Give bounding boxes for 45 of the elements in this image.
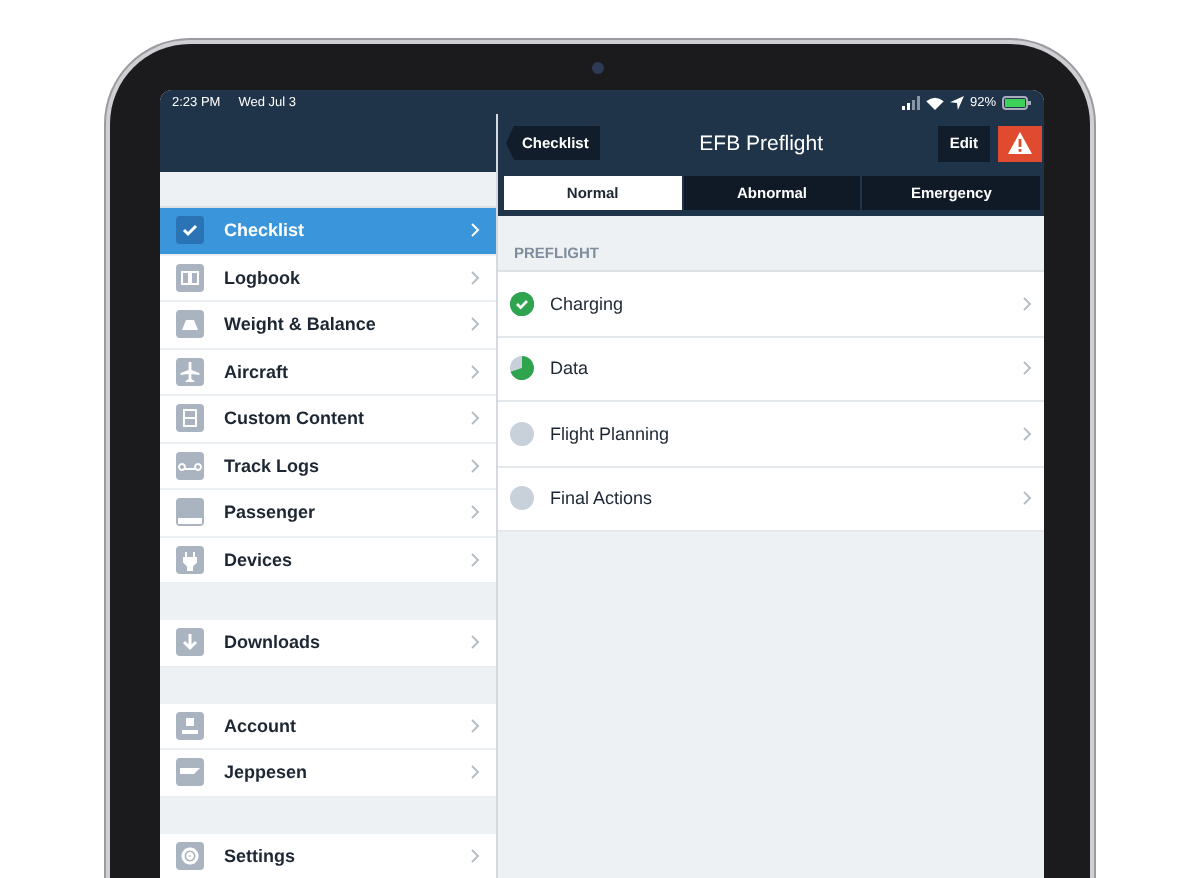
chevron-icon: [470, 457, 480, 474]
battery-icon: [1002, 95, 1032, 109]
chevron-icon: [470, 222, 480, 239]
chevron-icon: [470, 847, 480, 864]
nav-title: EFB Preflight: [697, 131, 826, 155]
checklist-row[interactable]: Flight Planning: [498, 402, 1044, 467]
sidebar-item[interactable]: Custom Content: [160, 396, 496, 443]
sidebar-item[interactable]: Aircraft: [160, 349, 496, 396]
sidebar-item[interactable]: Downloads: [160, 620, 496, 667]
checklist-row[interactable]: Charging: [498, 272, 1044, 337]
sidebar-item[interactable]: Logbook: [160, 255, 496, 302]
warning-icon: [1008, 132, 1032, 154]
camera-icon: [592, 62, 604, 74]
sidebar-item[interactable]: Account: [160, 703, 496, 750]
sidebar-item[interactable]: Jeppesen: [160, 750, 496, 797]
chevron-icon: [1022, 295, 1032, 312]
sidebar-item[interactable]: Track Logs: [160, 443, 496, 490]
down-icon: [176, 628, 204, 657]
checklist-row[interactable]: Final Actions: [498, 467, 1044, 532]
checklist-row[interactable]: Data: [498, 337, 1044, 402]
chevron-icon: [470, 551, 480, 568]
chevron-icon: [1022, 360, 1032, 377]
signal-icon: [901, 95, 920, 109]
chevron-icon: [470, 269, 480, 286]
chevron-icon: [470, 634, 480, 651]
chevron-icon: [1022, 425, 1032, 442]
chevron-icon: [470, 316, 480, 333]
check-icon: [176, 216, 204, 245]
chevron-icon: [470, 410, 480, 427]
plug-icon: [176, 545, 204, 574]
book-icon: [176, 263, 204, 292]
sidebar-item[interactable]: Settings: [160, 833, 496, 878]
plane-icon: [176, 357, 204, 386]
chevron-icon: [470, 717, 480, 734]
sidebar-item[interactable]: Devices: [160, 537, 496, 584]
sidebar-item[interactable]: Weight & Balance: [160, 302, 496, 349]
alert-button[interactable]: [998, 125, 1042, 161]
chevron-icon: [1022, 490, 1032, 507]
chevron-icon: [470, 764, 480, 781]
doc-icon: [176, 404, 204, 433]
chevron-icon: [470, 363, 480, 380]
chevron-icon: [470, 504, 480, 521]
sidebar-item[interactable]: Passenger: [160, 490, 496, 537]
location-icon: [949, 95, 964, 109]
wifi-icon: [925, 95, 944, 109]
